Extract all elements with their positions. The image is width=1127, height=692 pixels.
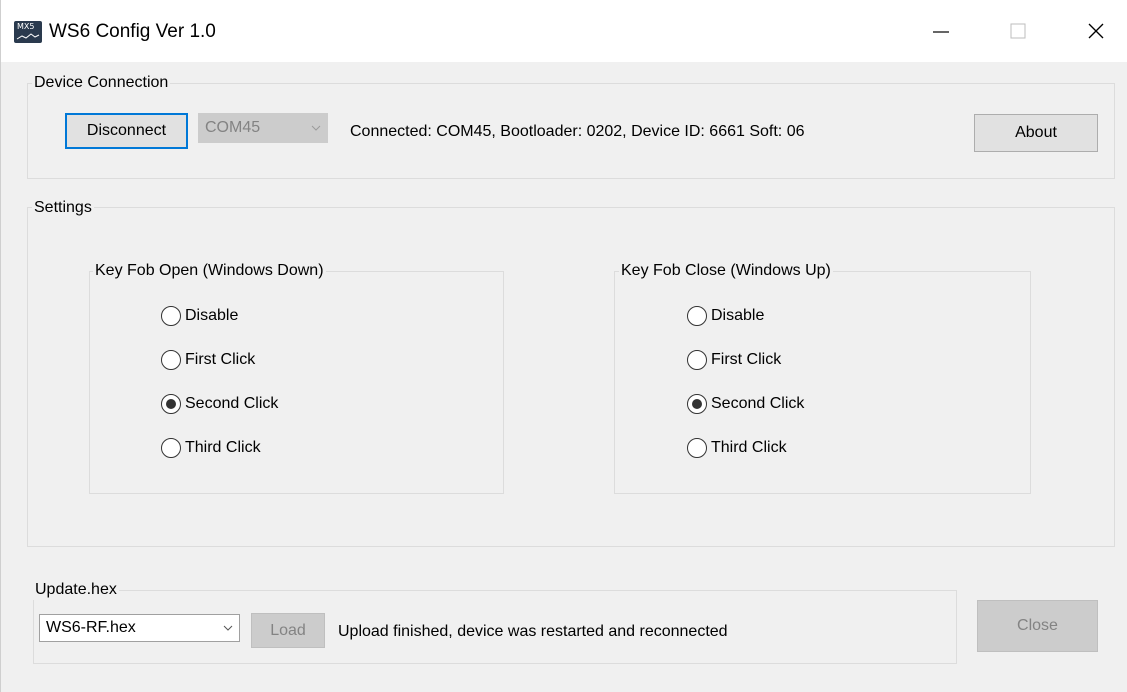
open-radio-disable[interactable]: Disable [161,304,238,328]
close-radio-second-click[interactable]: Second Click [687,392,804,416]
radio-icon[interactable] [161,350,181,370]
open-radio-first-click[interactable]: First Click [161,348,255,372]
update-hex-label: Update.hex [33,580,119,600]
radio-label: Second Click [185,395,279,412]
minimize-icon [933,31,949,33]
maximize-icon [1010,23,1026,39]
key-fob-open-group [89,271,504,494]
port-select[interactable]: COM45 [198,113,328,143]
about-button[interactable]: About [974,114,1098,152]
radio-label: First Click [185,351,256,368]
maximize-button[interactable] [995,12,1041,50]
radio-icon[interactable] [687,306,707,326]
window-title: WS6 Config Ver 1.0 [49,21,216,42]
load-button[interactable]: Load [251,613,325,648]
radio-label: First Click [711,351,782,368]
radio-label: Third Click [185,439,261,456]
close-radio-disable[interactable]: Disable [687,304,764,328]
port-select-value: COM45 [205,119,261,136]
close-icon [1088,23,1104,39]
chevron-down-icon [305,125,327,131]
device-connection-label: Device Connection [32,73,171,93]
radio-dot-icon [166,399,176,409]
radio-icon[interactable] [687,350,707,370]
open-radio-second-click[interactable]: Second Click [161,392,278,416]
radio-dot-icon [692,399,702,409]
hex-file-select[interactable]: WS6-RF.hex [39,614,240,642]
radio-label: Disable [711,307,765,324]
title-bar[interactable]: MX5 WS6 Config Ver 1.0 [1,0,1127,62]
radio-label: Third Click [711,439,787,456]
connection-status-text: Connected: COM45, Bootloader: 0202, Devi… [350,123,805,140]
chevron-down-icon [217,625,239,631]
radio-icon[interactable] [161,306,181,326]
upload-status-text: Upload finished, device was restarted an… [338,623,728,640]
minimize-button[interactable] [918,12,964,50]
close-radio-third-click[interactable]: Third Click [687,436,787,460]
close-button[interactable]: Close [977,600,1098,652]
close-radio-first-click[interactable]: First Click [687,348,781,372]
radio-icon-selected[interactable] [161,394,181,414]
window-close-button[interactable] [1073,12,1119,50]
disconnect-button[interactable]: Disconnect [65,113,188,149]
key-fob-open-label: Key Fob Open (Windows Down) [93,261,326,281]
app-logo-icon: MX5 [14,21,42,43]
key-fob-close-group [614,271,1031,494]
radio-icon-selected[interactable] [687,394,707,414]
radio-label: Second Click [711,395,805,412]
hex-file-select-value: WS6-RF.hex [46,619,136,636]
app-window: MX5 WS6 Config Ver 1.0 Device Connection… [0,0,1127,692]
open-radio-third-click[interactable]: Third Click [161,436,261,460]
settings-label: Settings [32,198,94,218]
radio-icon[interactable] [687,438,707,458]
radio-label: Disable [185,307,239,324]
radio-icon[interactable] [161,438,181,458]
key-fob-close-label: Key Fob Close (Windows Up) [619,261,833,281]
